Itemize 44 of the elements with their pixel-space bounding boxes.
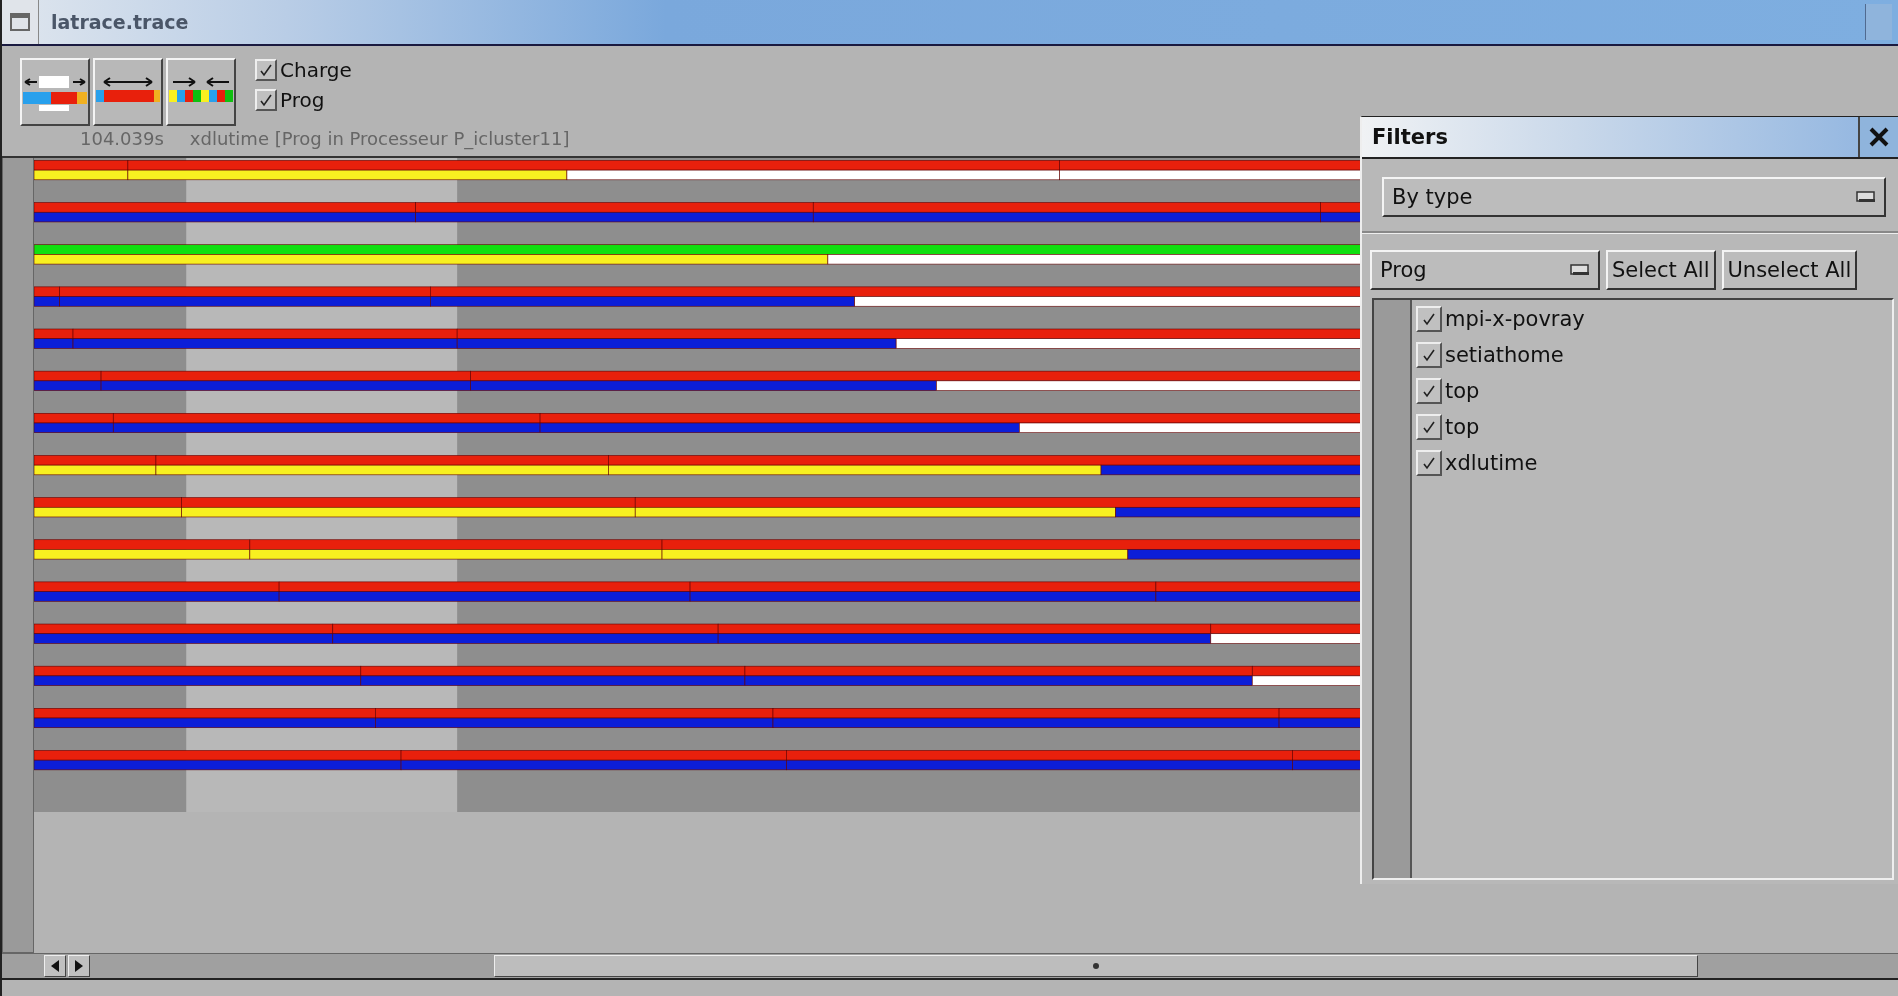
zoom-in-button[interactable] bbox=[20, 58, 90, 126]
grip-icon bbox=[1091, 961, 1101, 971]
window-icon bbox=[10, 13, 30, 31]
checkbox[interactable] bbox=[255, 59, 277, 81]
check-icon bbox=[258, 62, 274, 78]
right-arrow-icon bbox=[73, 959, 85, 973]
checkbox-label: Charge bbox=[280, 58, 352, 82]
scrollbar-thumb[interactable] bbox=[494, 955, 1698, 977]
dropdown-icon bbox=[1856, 191, 1876, 203]
filter-label: xdlutime bbox=[1445, 451, 1538, 475]
dropdown-icon bbox=[1570, 264, 1590, 276]
select-button[interactable]: Unselect All bbox=[1721, 250, 1858, 290]
close-button[interactable] bbox=[1858, 117, 1898, 157]
window-menu-button[interactable] bbox=[2, 0, 39, 44]
panel-title: Filters bbox=[1371, 125, 1449, 149]
checkbox[interactable] bbox=[1416, 342, 1442, 368]
check-icon bbox=[1421, 383, 1437, 399]
filter-label: top bbox=[1445, 415, 1480, 439]
checkbox[interactable] bbox=[255, 89, 277, 111]
scroll-right-button[interactable] bbox=[68, 955, 90, 977]
info-label: xdlutime [Prog in Processeur P_icluster11] bbox=[189, 128, 570, 149]
check-icon bbox=[1421, 419, 1437, 435]
zoom-out-button[interactable] bbox=[166, 58, 236, 126]
check-icon bbox=[1421, 347, 1437, 363]
checkbox[interactable] bbox=[1416, 378, 1442, 404]
filter-label: top bbox=[1445, 379, 1480, 403]
time-label: 104.039s bbox=[80, 128, 164, 149]
window-title: latrace.trace bbox=[50, 11, 190, 33]
scroll-left-button[interactable] bbox=[44, 955, 66, 977]
select-button[interactable]: Select All bbox=[1606, 250, 1716, 290]
fit-button[interactable] bbox=[93, 58, 163, 126]
check-icon bbox=[258, 92, 274, 108]
checkbox[interactable] bbox=[1416, 450, 1442, 476]
checkbox[interactable] bbox=[1416, 306, 1442, 332]
left-arrow-icon bbox=[49, 959, 61, 973]
category-dropdown[interactable]: Prog bbox=[1370, 250, 1600, 290]
check-icon bbox=[1421, 311, 1437, 327]
checkbox[interactable] bbox=[1416, 414, 1442, 440]
filter-label: setiathome bbox=[1445, 343, 1564, 367]
filter-label: mpi-x-povray bbox=[1445, 307, 1585, 331]
checkbox-label: Prog bbox=[280, 88, 325, 112]
close-icon bbox=[1868, 126, 1890, 148]
mode-dropdown[interactable]: By type bbox=[1382, 177, 1886, 217]
check-icon bbox=[1421, 455, 1437, 471]
